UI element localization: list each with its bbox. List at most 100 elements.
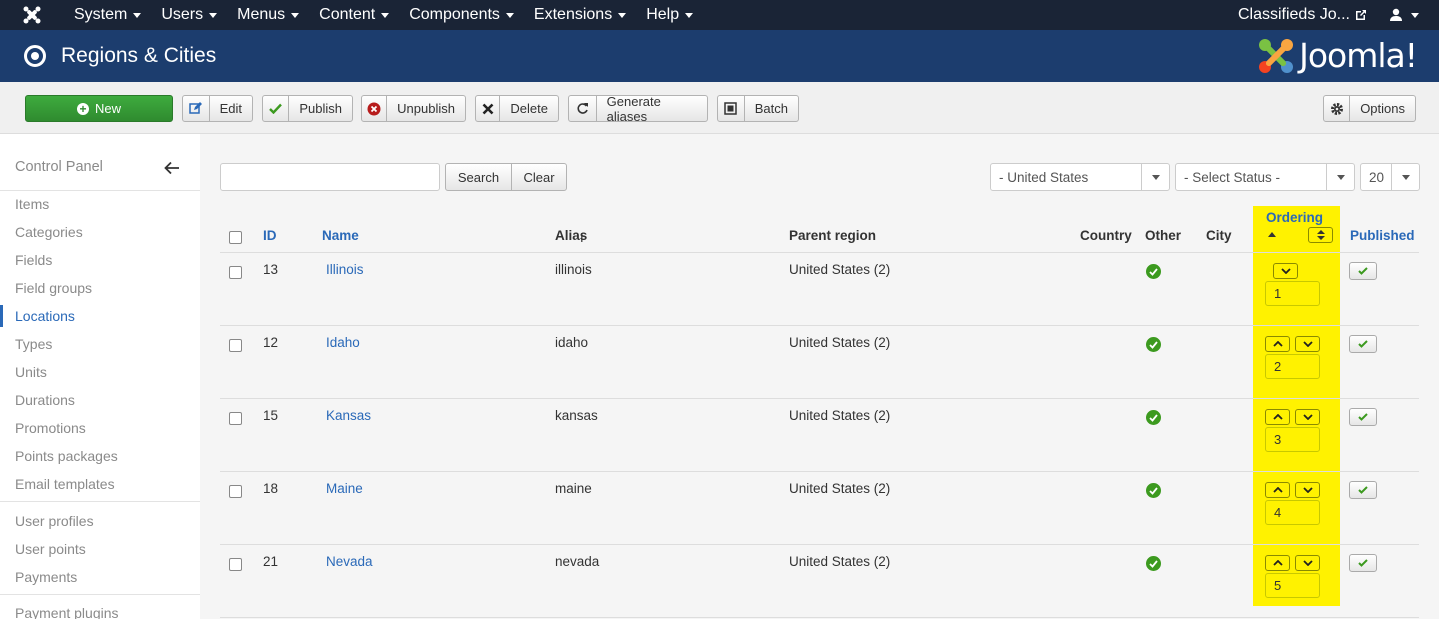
sidebar-item-payments[interactable]: Payments [15, 569, 77, 585]
select-all-checkbox[interactable] [229, 231, 242, 244]
menu-system[interactable]: System [64, 0, 151, 30]
check-circle-icon [1146, 337, 1161, 352]
row-checkbox[interactable] [229, 558, 242, 571]
sidebar-item-email-templates[interactable]: Email templates [15, 476, 115, 492]
sidebar-item-types[interactable]: Types [15, 336, 52, 352]
sidebar-item-categories[interactable]: Categories [15, 224, 83, 240]
published-toggle[interactable] [1349, 262, 1377, 280]
row-checkbox[interactable] [229, 412, 242, 425]
joomla-logo-icon[interactable] [0, 0, 64, 30]
row-id: 15 [263, 408, 279, 423]
header-parent-region: Parent region [789, 228, 877, 243]
header-id[interactable]: ID [263, 228, 277, 243]
row-name-link[interactable]: Nevada [326, 554, 373, 569]
ordering-input[interactable]: 1 [1265, 281, 1320, 306]
menu-menus[interactable]: Menus [227, 0, 309, 30]
chevron-down-icon [1141, 164, 1169, 190]
new-button[interactable]: + New [25, 95, 173, 122]
move-down-button[interactable] [1295, 482, 1320, 498]
chevron-down-icon [1302, 341, 1313, 347]
menu-components[interactable]: Components [399, 0, 524, 30]
sidebar-item-items[interactable]: Items [15, 196, 49, 212]
sidebar-item-user-profiles[interactable]: User profiles [15, 513, 94, 529]
row-parent-region: United States (2) [789, 262, 891, 277]
sidebar-item-locations[interactable]: Locations [15, 308, 75, 324]
site-link[interactable]: Classifieds Jo... [1228, 6, 1377, 24]
move-up-button[interactable] [1265, 336, 1290, 352]
ordering-input[interactable]: 2 [1265, 354, 1320, 379]
check-icon [263, 96, 290, 121]
row-parent-region: United States (2) [789, 481, 891, 496]
edit-button[interactable]: Edit [182, 95, 253, 122]
arrow-left-icon[interactable] [164, 161, 180, 175]
move-up-button[interactable] [1265, 409, 1290, 425]
row-name-link[interactable]: Illinois [326, 262, 364, 277]
row-alias: maine [555, 481, 592, 496]
move-down-button[interactable] [1273, 263, 1298, 279]
sort-icon [1316, 230, 1325, 240]
sidebar-item-fields[interactable]: Fields [15, 252, 52, 268]
move-down-button[interactable] [1295, 555, 1320, 571]
batch-button[interactable]: Batch [717, 95, 799, 122]
move-up-button[interactable] [1265, 555, 1290, 571]
move-down-button[interactable] [1295, 409, 1320, 425]
move-up-button[interactable] [1265, 482, 1290, 498]
row-divider [220, 325, 1419, 326]
header-ordering[interactable]: Ordering [1266, 210, 1323, 225]
sidebar-control-panel[interactable]: Control Panel [15, 159, 103, 175]
sidebar-item-durations[interactable]: Durations [15, 392, 75, 408]
check-icon [1358, 413, 1368, 421]
user-menu[interactable] [1377, 8, 1439, 22]
sidebar-item-units[interactable]: Units [15, 364, 47, 380]
publish-button[interactable]: Publish [262, 95, 353, 122]
options-button[interactable]: Options [1323, 95, 1416, 122]
menu-label: Content [319, 6, 376, 23]
sidebar-item-points-packages[interactable]: Points packages [15, 448, 118, 464]
published-toggle[interactable] [1349, 335, 1377, 353]
search-input[interactable] [220, 163, 440, 191]
external-link-icon [1356, 10, 1366, 20]
menu-help[interactable]: Help [636, 0, 703, 30]
check-icon [1358, 559, 1368, 567]
save-order-button[interactable] [1308, 227, 1333, 243]
check-icon [1358, 340, 1368, 348]
menu-users[interactable]: Users [151, 0, 227, 30]
sidebar-item-field-groups[interactable]: Field groups [15, 280, 92, 296]
header-name[interactable]: Name [322, 228, 359, 243]
sidebar-item-payment-plugins[interactable]: Payment plugins [15, 605, 119, 619]
sidebar-item-promotions[interactable]: Promotions [15, 420, 86, 436]
header-published[interactable]: Published [1350, 228, 1415, 243]
search-button[interactable]: Search [445, 163, 512, 191]
published-toggle[interactable] [1349, 481, 1377, 499]
published-toggle[interactable] [1349, 408, 1377, 426]
row-id: 12 [263, 335, 279, 350]
row-checkbox[interactable] [229, 266, 242, 279]
row-checkbox[interactable] [229, 485, 242, 498]
published-toggle[interactable] [1349, 554, 1377, 572]
check-circle-icon [1146, 483, 1161, 498]
row-name-link[interactable]: Kansas [326, 408, 371, 423]
ordering-input[interactable]: 3 [1265, 427, 1320, 452]
delete-button[interactable]: Delete [475, 95, 559, 122]
menu-content[interactable]: Content [309, 0, 399, 30]
row-name-link[interactable]: Idaho [326, 335, 360, 350]
sidebar-item-user-points[interactable]: User points [15, 541, 86, 557]
generate-aliases-button[interactable]: Generate aliases [568, 94, 708, 124]
status-filter-select[interactable]: - Select Status - [1175, 163, 1355, 191]
move-down-button[interactable] [1295, 336, 1320, 352]
new-label: New [94, 101, 121, 116]
unpublish-button[interactable]: Unpublish [361, 95, 466, 122]
row-checkbox[interactable] [229, 339, 242, 352]
list-limit-select[interactable]: 20 [1360, 163, 1420, 191]
row-name-link[interactable]: Maine [326, 481, 363, 496]
check-circle-icon [1146, 556, 1161, 571]
ordering-input[interactable]: 5 [1265, 573, 1320, 598]
caret-down-icon [505, 12, 514, 18]
ordering-input[interactable]: 4 [1265, 500, 1320, 525]
menu-extensions[interactable]: Extensions [524, 0, 636, 30]
unpublish-icon [362, 96, 388, 121]
country-filter-select[interactable]: - United States [990, 163, 1170, 191]
row-alias: idaho [555, 335, 589, 350]
chevron-up-icon [1272, 560, 1283, 566]
clear-button[interactable]: Clear [511, 163, 567, 191]
